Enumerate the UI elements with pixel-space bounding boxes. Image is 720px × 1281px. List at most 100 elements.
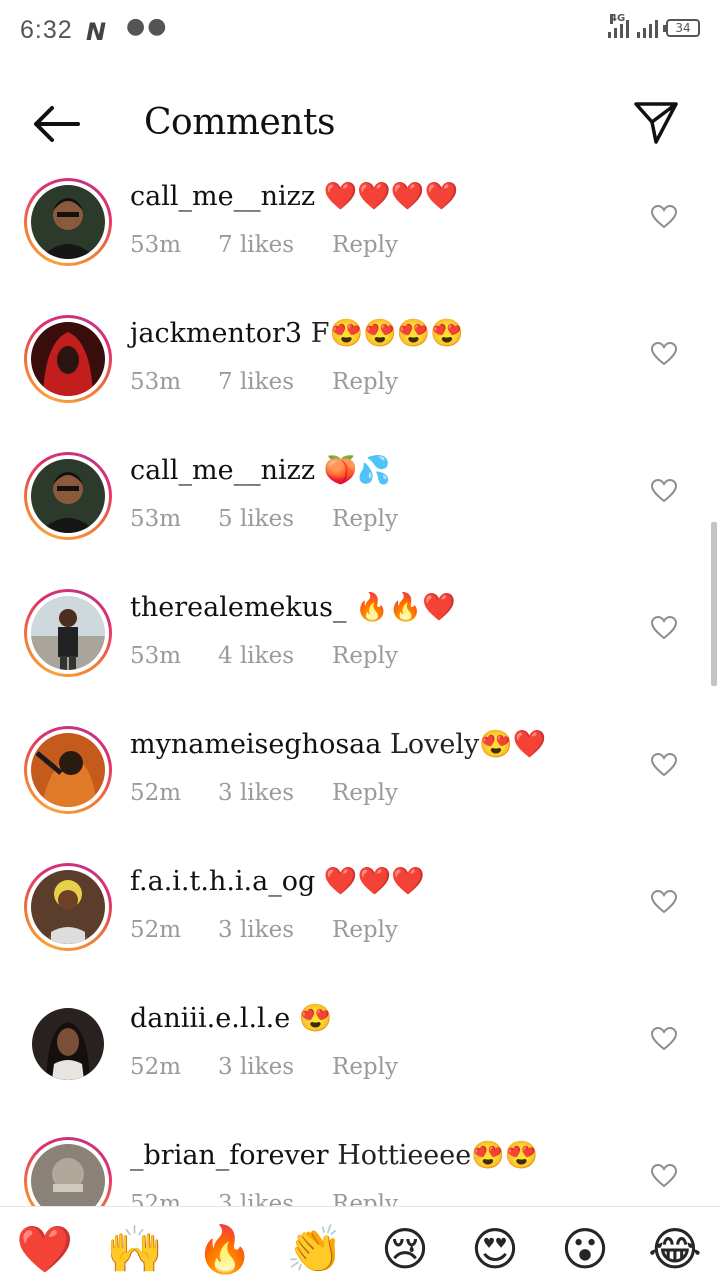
comment-likes[interactable]: 7 likes (218, 232, 294, 258)
story-ring[interactable] (24, 178, 112, 266)
more-notifications-icon: ●● (126, 14, 169, 39)
signal-strength-2-icon (637, 16, 658, 38)
comment-likes[interactable]: 3 likes (218, 1054, 294, 1080)
heart-outline-icon (650, 1026, 678, 1051)
like-comment-button[interactable] (650, 1163, 678, 1189)
reaction-heart-eyes-button[interactable]: 😍 (465, 1221, 525, 1277)
comment-item: f.a.i.t.h.i.a_og ❤️❤️❤️ 52m 3 likes Repl… (0, 853, 720, 990)
avatar (31, 185, 105, 259)
reply-button[interactable]: Reply (332, 1054, 398, 1080)
quick-reaction-bar: ❤️ 🙌 🔥 👏 😢 😍 😮 😂 (0, 1206, 720, 1281)
comment-text: jackmentor3 F😍😍😍😍 (130, 317, 464, 349)
send-icon (634, 102, 678, 144)
heart-outline-icon (650, 615, 678, 640)
like-comment-button[interactable] (650, 478, 678, 504)
comment-username[interactable]: _brian_forever (130, 1140, 329, 1171)
page-title: Comments (144, 102, 335, 143)
heart-outline-icon (650, 478, 678, 503)
reaction-crying-button[interactable]: 😢 (375, 1221, 435, 1277)
comment-item: _brian_forever Hottieeee😍😍 52m 3 likes R… (0, 1127, 720, 1206)
comment-username[interactable]: mynameiseghosaa (130, 729, 381, 760)
comment-time: 53m (130, 369, 182, 395)
like-comment-button[interactable] (650, 889, 678, 915)
reply-button[interactable]: Reply (332, 506, 398, 532)
comment-time: 53m (130, 506, 182, 532)
header: Comments (0, 84, 720, 164)
scrollbar[interactable] (711, 522, 717, 686)
network-type: 4G (610, 13, 626, 24)
like-comment-button[interactable] (650, 341, 678, 367)
comment-likes[interactable]: 3 likes (218, 917, 294, 943)
reply-button[interactable]: Reply (332, 232, 398, 258)
like-comment-button[interactable] (650, 1026, 678, 1052)
comment-body: Lovely😍❤️ (389, 729, 547, 760)
comment-likes[interactable]: 5 likes (218, 506, 294, 532)
battery-icon: 34 (663, 19, 700, 37)
story-ring[interactable] (24, 726, 112, 814)
back-button[interactable] (30, 102, 82, 146)
reaction-clap-button[interactable]: 👏 (285, 1221, 345, 1277)
reply-button[interactable]: Reply (332, 1191, 398, 1206)
comment-item: jackmentor3 F😍😍😍😍 53m 7 likes Reply (0, 305, 720, 442)
comment-text: _brian_forever Hottieeee😍😍 (130, 1139, 538, 1171)
comment-item: therealemekus_ 🔥🔥❤️ 53m 4 likes Reply (0, 579, 720, 716)
comment-username[interactable]: f.a.i.t.h.i.a_og (130, 866, 315, 897)
comment-username[interactable]: jackmentor3 (130, 318, 302, 349)
system-indicators: 4G 34 (608, 13, 700, 38)
heart-outline-icon (650, 1163, 678, 1188)
comment-text: therealemekus_ 🔥🔥❤️ (130, 591, 456, 623)
like-comment-button[interactable] (650, 615, 678, 641)
comment-item: mynameiseghosaa Lovely😍❤️ 52m 3 likes Re… (0, 716, 720, 853)
comment-username[interactable]: call_me__nizz (130, 181, 315, 212)
comment-item: daniii.e.l.l.e 😍 52m 3 likes Reply (0, 990, 720, 1127)
story-ring[interactable] (24, 589, 112, 677)
reply-button[interactable]: Reply (332, 369, 398, 395)
comment-time: 52m (130, 1191, 182, 1206)
comment-time: 53m (130, 232, 182, 258)
reaction-fire-button[interactable]: 🔥 (195, 1221, 255, 1277)
comment-username[interactable]: therealemekus_ (130, 592, 347, 623)
reply-button[interactable]: Reply (332, 643, 398, 669)
story-ring[interactable] (24, 452, 112, 540)
comment-username[interactable]: daniii.e.l.l.e (130, 1003, 290, 1034)
like-comment-button[interactable] (650, 752, 678, 778)
status-bar: 6:32 N ●● 4G 34 (0, 0, 720, 64)
story-ring[interactable] (24, 863, 112, 951)
signal-strength-icon: 4G (608, 13, 629, 38)
comment-text: f.a.i.t.h.i.a_og ❤️❤️❤️ (130, 865, 425, 897)
comment-username[interactable]: call_me__nizz (130, 455, 315, 486)
heart-outline-icon (650, 889, 678, 914)
comment-body: Hottieeee😍😍 (337, 1140, 539, 1171)
comment-body: ❤️❤️❤️ (323, 866, 425, 897)
comment-time: 53m (130, 643, 182, 669)
comment-time: 52m (130, 1054, 182, 1080)
reaction-heart-button[interactable]: ❤️ (15, 1221, 75, 1277)
avatar (31, 733, 105, 807)
comment-body: ❤️❤️❤️❤️ (323, 181, 459, 212)
reply-button[interactable]: Reply (332, 917, 398, 943)
comment-body: 🍑💦 (323, 455, 391, 486)
comments-list[interactable]: call_me__nizz ❤️❤️❤️❤️ 53m 7 likes Reply… (0, 168, 720, 1206)
share-button[interactable] (630, 96, 682, 148)
heart-outline-icon (650, 341, 678, 366)
reaction-laughing-button[interactable]: 😂 (645, 1221, 705, 1277)
heart-outline-icon (650, 752, 678, 777)
reaction-raised-hands-button[interactable]: 🙌 (105, 1221, 165, 1277)
reaction-surprised-button[interactable]: 😮 (555, 1221, 615, 1277)
comment-item: call_me__nizz 🍑💦 53m 5 likes Reply (0, 442, 720, 579)
comment-text: call_me__nizz 🍑💦 (130, 454, 391, 486)
arrow-left-icon (34, 106, 80, 142)
avatar (31, 870, 105, 944)
comment-likes[interactable]: 4 likes (218, 643, 294, 669)
reply-button[interactable]: Reply (332, 780, 398, 806)
avatar[interactable] (32, 1008, 104, 1080)
like-comment-button[interactable] (650, 204, 678, 230)
story-ring[interactable] (24, 1137, 112, 1206)
story-ring[interactable] (24, 315, 112, 403)
app-notification-icon: N (86, 18, 107, 46)
status-time: 6:32 (20, 16, 73, 44)
comment-text: mynameiseghosaa Lovely😍❤️ (130, 728, 547, 760)
comment-likes[interactable]: 3 likes (218, 1191, 294, 1206)
comment-likes[interactable]: 7 likes (218, 369, 294, 395)
comment-likes[interactable]: 3 likes (218, 780, 294, 806)
